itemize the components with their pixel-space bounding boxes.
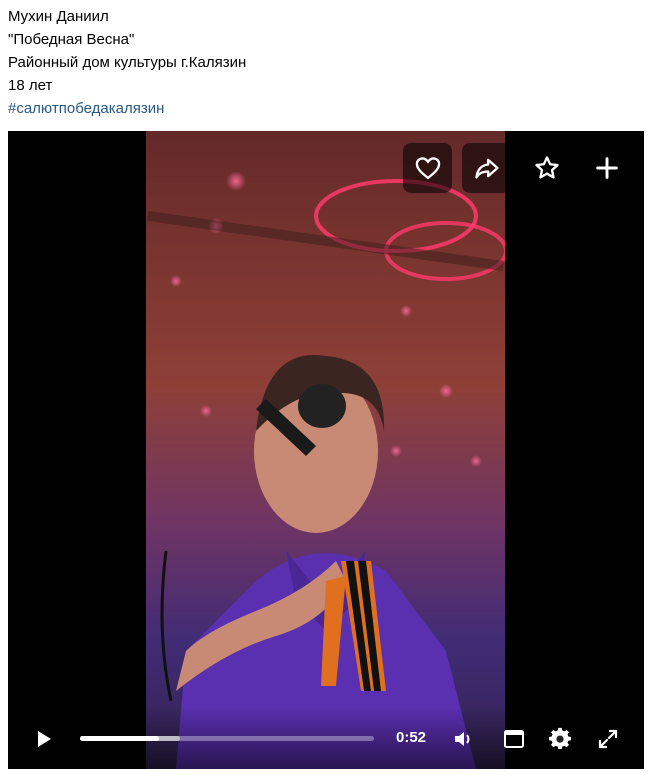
- player-controls: 0:52: [8, 707, 644, 769]
- progress-bar[interactable]: [80, 736, 374, 741]
- video-player[interactable]: 0:52: [8, 131, 644, 769]
- settings-button[interactable]: [545, 724, 575, 754]
- title-line: "Победная Весна": [8, 31, 135, 48]
- post-text: Мухин Даниил "Победная Весна" Районный д…: [8, 5, 246, 120]
- time-display: 0:52: [396, 729, 427, 746]
- age-line: 18 лет: [8, 77, 53, 94]
- fullscreen-button[interactable]: [593, 724, 623, 754]
- miniplayer-button[interactable]: [499, 724, 529, 754]
- video-frame-image: [146, 131, 505, 769]
- miniplayer-icon: [504, 730, 524, 748]
- play-button[interactable]: [28, 724, 58, 754]
- share-arrow-icon: [474, 158, 499, 179]
- author-line: Мухин Даниил: [8, 8, 109, 25]
- volume-button[interactable]: [449, 724, 479, 754]
- favorite-button[interactable]: [522, 143, 571, 193]
- progress-played: [80, 736, 160, 741]
- star-icon: [534, 156, 559, 179]
- like-button[interactable]: [403, 143, 452, 193]
- venue-line: Районный дом культуры г.Калязин: [8, 54, 247, 71]
- fullscreen-icon: [598, 729, 618, 749]
- volume-icon: [455, 732, 470, 746]
- hashtag-link[interactable]: #салютпобедакалязин: [8, 97, 246, 120]
- video-frame[interactable]: [146, 131, 505, 769]
- play-icon: [38, 731, 51, 747]
- settings-gear-icon: [549, 727, 571, 750]
- plus-icon: [595, 157, 618, 179]
- add-button[interactable]: [582, 143, 631, 193]
- share-button[interactable]: [462, 143, 511, 193]
- heart-icon: [415, 157, 440, 180]
